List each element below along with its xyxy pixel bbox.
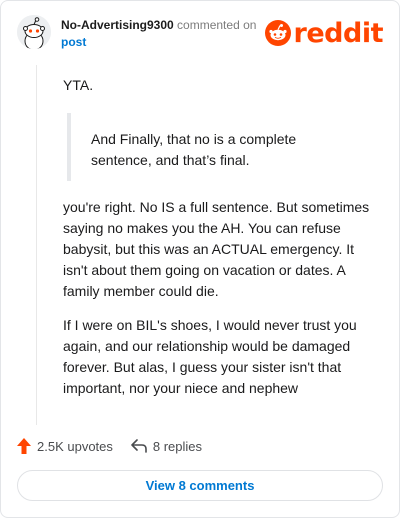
blockquote: And Finally, that no is a complete sente… xyxy=(67,113,371,181)
comment-paragraph-1: YTA. xyxy=(63,77,94,93)
reddit-logo-icon xyxy=(264,20,291,46)
upvote-button[interactable]: 2.5K upvotes xyxy=(17,438,113,454)
replies-button[interactable]: 8 replies xyxy=(131,439,202,454)
comment-card: No-Advertising9300 commented on post red… xyxy=(0,0,400,518)
view-comments-button[interactable]: View 8 comments xyxy=(17,470,383,501)
comment-paragraph-2: you're right. No IS a full sentence. But… xyxy=(63,199,370,299)
reply-count: 8 replies xyxy=(152,438,203,454)
quote-text: And Finally, that no is a complete sente… xyxy=(91,131,297,168)
thread-line[interactable] xyxy=(36,65,37,425)
comment-meta: No-Advertising9300 commented on post xyxy=(61,17,291,51)
post-link[interactable]: post xyxy=(61,34,291,51)
username[interactable]: No-Advertising9300 xyxy=(61,18,174,32)
reply-arrow-icon xyxy=(131,439,147,453)
upvote-arrow-icon xyxy=(17,438,31,454)
comment-header: No-Advertising9300 commented on post red… xyxy=(17,13,384,53)
commented-on-label: commented on xyxy=(177,18,257,32)
upvote-count: 2.5K upvotes xyxy=(37,438,113,454)
comment-actions: 2.5K upvotes 8 replies xyxy=(17,435,220,457)
snoo-avatar-icon[interactable] xyxy=(17,15,51,49)
reddit-logo[interactable]: reddit xyxy=(264,17,384,49)
reddit-wordmark: reddit xyxy=(293,17,384,49)
comment-paragraph-3: If I were on BIL's shoes, I would never … xyxy=(63,317,357,396)
